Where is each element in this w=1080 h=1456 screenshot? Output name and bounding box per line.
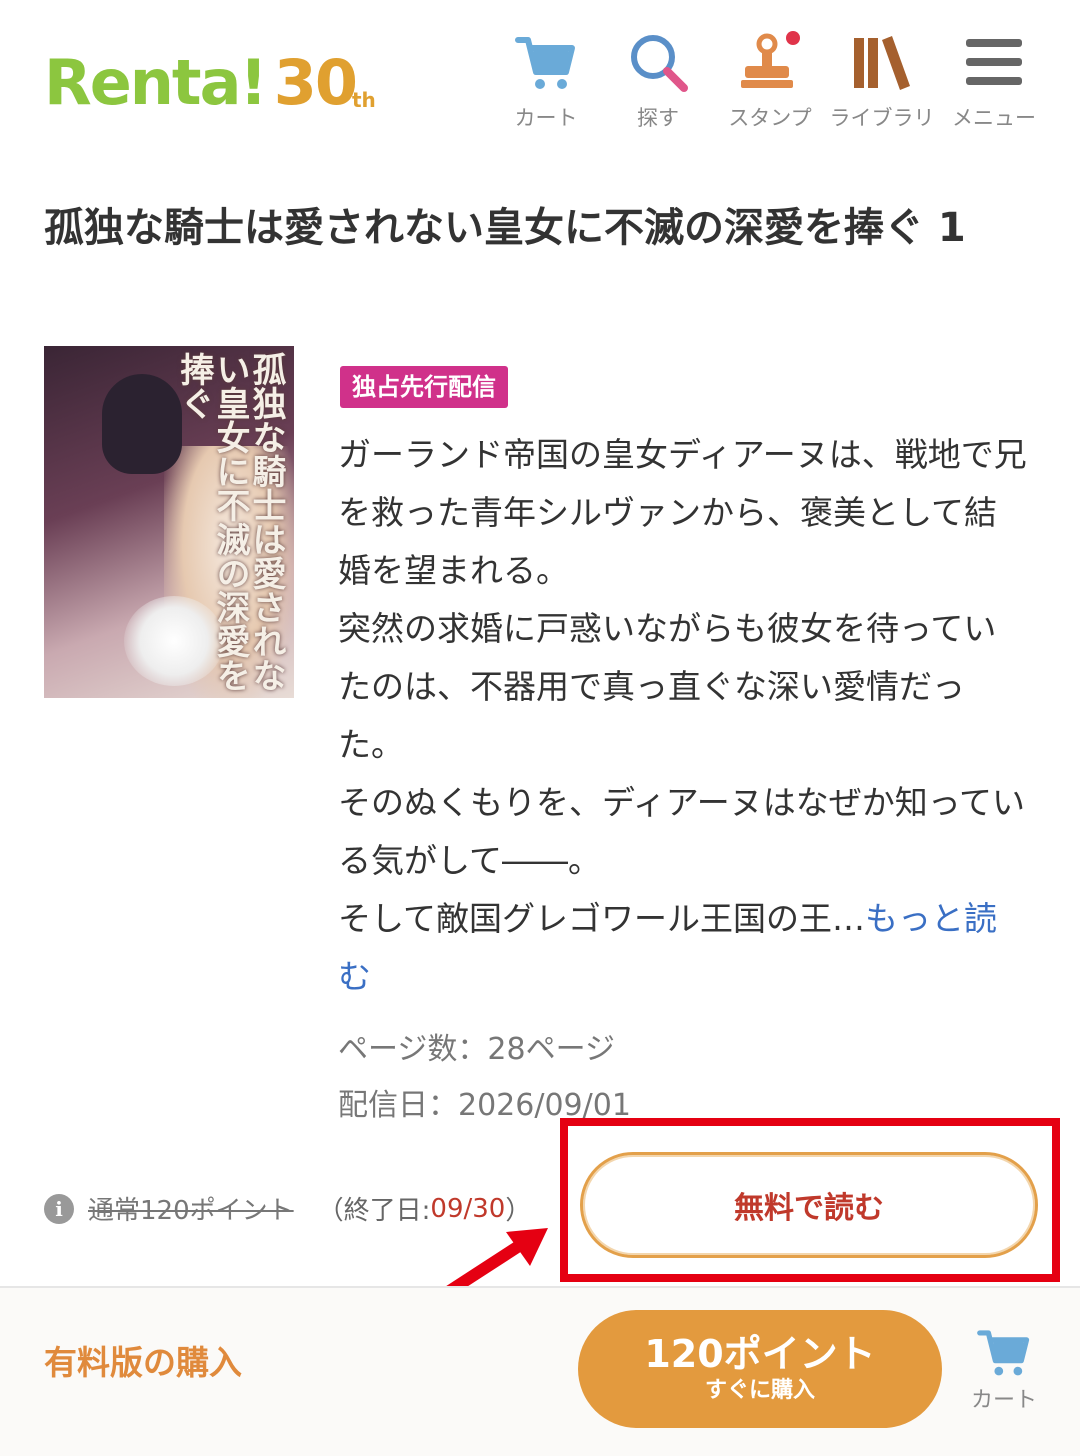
info-icon[interactable]: i (44, 1193, 74, 1224)
cart-icon (977, 1330, 1030, 1376)
menu-icon (958, 30, 1030, 94)
exclusive-badge: 独占先行配信 (340, 366, 508, 408)
add-to-cart-button[interactable]: カート (964, 1326, 1044, 1414)
regular-price: 通常120ポイント (88, 1196, 294, 1226)
library-icon (846, 30, 918, 94)
page-count: ページ数：28ページ (338, 1032, 615, 1067)
description-paragraph: ガーランド帝国の皇女ディアーヌは、戦地で兄を救った青年シルヴァンから、褒美として… (338, 435, 1027, 590)
end-date: 09/30 (430, 1193, 506, 1224)
nav-stamp-label: スタンプ (728, 106, 812, 130)
nav-stamp[interactable]: スタンプ (714, 30, 826, 132)
nav-cart-label: カート (514, 106, 578, 130)
logo-text: Renta! (44, 46, 268, 119)
buy-now-label: すぐに購入 (704, 1378, 815, 1403)
book-cover[interactable]: 孤独な騎士は愛されない皇女に不滅の深愛を捧ぐ (44, 346, 294, 698)
buy-now-button[interactable]: 120ポイント すぐに購入 (578, 1310, 942, 1428)
logo-anniversary-suffix: th (351, 88, 376, 112)
cart-icon (510, 30, 582, 94)
buy-points: 120ポイント (644, 1332, 876, 1376)
header-nav: カート 探す スタンプ ライブラリ メニュー (490, 30, 1050, 132)
cover-title: 孤独な騎士は愛されない皇女に不滅の深愛を捧ぐ (174, 352, 286, 692)
nav-search[interactable]: 探す (602, 30, 714, 132)
nav-cart[interactable]: カート (490, 30, 602, 132)
free-read-button[interactable]: 無料で読む (580, 1152, 1038, 1258)
description-paragraph: そのぬくもりを、ディアーヌはなぜか知っている気がして――。 (338, 783, 1026, 880)
description-paragraph: 突然の求婚に戸惑いながらも彼女を待っていたのは、不器用で真っ直ぐな深い愛情だった… (338, 609, 997, 764)
nav-search-label: 探す (637, 106, 679, 130)
cart-label: カート (970, 1388, 1037, 1413)
logo-anniversary: 30 (273, 46, 358, 119)
book-description: ガーランド帝国の皇女ディアーヌは、戦地で兄を救った青年シルヴァンから、褒美として… (338, 426, 1028, 1006)
nav-library[interactable]: ライブラリ (826, 30, 938, 132)
nav-menu[interactable]: メニュー (938, 30, 1050, 132)
search-icon (622, 30, 694, 94)
description-truncated: そして敵国グレゴワール王国の王… (338, 899, 866, 938)
header: Renta! 30 th カート 探す スタンプ ライブラリ メニュー (0, 0, 1080, 160)
description-paragraph: そして敵国グレゴワール王国の王…もっと読む (338, 890, 1028, 1006)
book-title: 孤独な騎士は愛されない皇女に不滅の深愛を捧ぐ 1 (44, 205, 966, 251)
paid-version-label: 有料版の購入 (44, 1343, 242, 1382)
nav-library-label: ライブラリ (829, 106, 935, 130)
stamp-icon (734, 30, 806, 94)
renta-logo[interactable]: Renta! 30 th (44, 34, 376, 114)
nav-menu-label: メニュー (952, 106, 1036, 130)
end-date-prefix: （終了日: (317, 1196, 431, 1226)
cover-knight (102, 374, 182, 474)
